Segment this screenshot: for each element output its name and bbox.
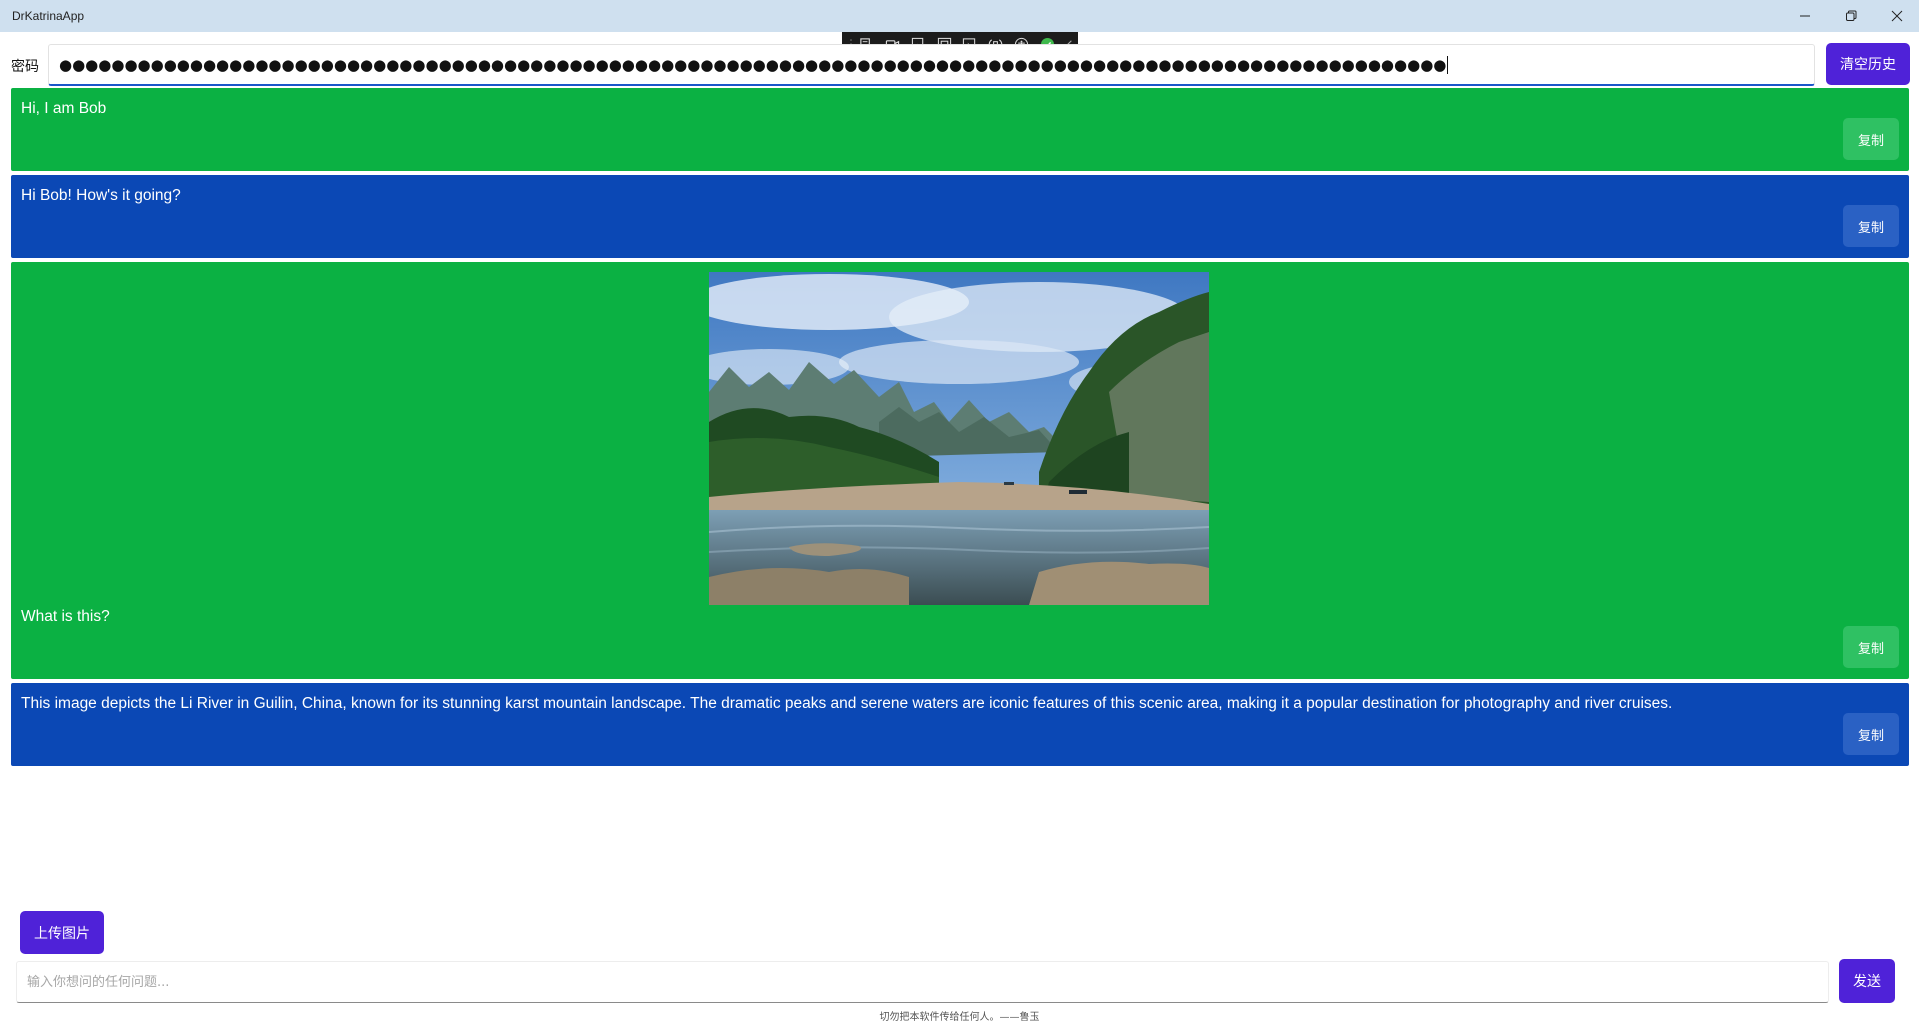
li-river-photo — [709, 272, 1209, 605]
send-button[interactable]: 发送 — [1839, 959, 1895, 1003]
minimize-icon — [1800, 15, 1810, 17]
password-input[interactable]: ●●●●●●●●●●●●●●●●●●●●●●●●●●●●●●●●●●●●●●●●… — [48, 44, 1815, 86]
title-bar: DrKatrinaApp — [0, 0, 1919, 32]
message-text: Hi, I am Bob — [21, 100, 107, 117]
password-label: 密码 — [11, 58, 39, 74]
upload-image-button[interactable]: 上传图片 — [20, 911, 104, 954]
copy-button[interactable]: 复制 — [1843, 205, 1899, 247]
restore-button[interactable] — [1828, 0, 1874, 32]
close-icon — [1891, 10, 1903, 22]
minimize-button[interactable] — [1782, 0, 1828, 32]
copy-button[interactable]: 复制 — [1843, 713, 1899, 755]
close-button[interactable] — [1874, 0, 1919, 32]
message-bubble-assistant: This image depicts the Li River in Guili… — [11, 683, 1909, 766]
copy-button[interactable]: 复制 — [1843, 626, 1899, 668]
restore-icon — [1846, 10, 1857, 21]
message-bubble-user: Hi, I am Bob 复制 — [11, 88, 1909, 171]
question-input[interactable] — [16, 961, 1829, 1003]
message-text: Hi Bob! How's it going? — [21, 187, 181, 204]
message-text: What is this? — [21, 608, 110, 625]
message-text: This image depicts the Li River in Guili… — [21, 695, 1673, 712]
password-masked-value: ●●●●●●●●●●●●●●●●●●●●●●●●●●●●●●●●●●●●●●●●… — [59, 55, 1447, 74]
message-bubble-assistant: Hi Bob! How's it going? 复制 — [11, 175, 1909, 258]
message-bubble-user: What is this? 复制 — [11, 262, 1909, 679]
clear-history-button[interactable]: 清空历史 — [1826, 43, 1910, 85]
copy-button[interactable]: 复制 — [1843, 118, 1899, 160]
text-caret — [1447, 55, 1449, 74]
window-title: DrKatrinaApp — [12, 9, 85, 23]
attached-image — [709, 272, 1209, 605]
footer-notice: 切勿把本软件传给任何人。——鲁玉 — [879, 1012, 1040, 1023]
